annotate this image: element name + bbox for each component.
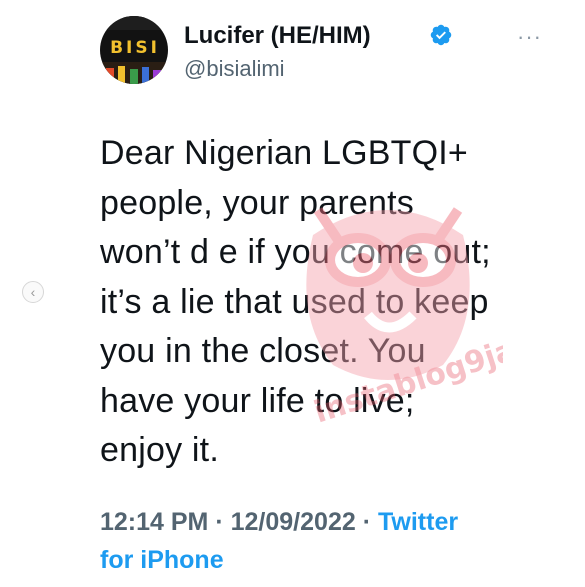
- tweet-date[interactable]: 12/09/2022: [231, 508, 356, 536]
- meta-separator-2: ·: [362, 508, 372, 536]
- user-handle[interactable]: @bisialimi: [184, 56, 285, 82]
- tweet-meta: 12:14 PM · 12/09/2022 · Twitter for iPho…: [100, 503, 560, 579]
- tweet-header: BISI Lucifer (HE/HIM) @bisialimi ···: [100, 16, 560, 86]
- tweet-card: BISI Lucifer (HE/HIM) @bisialimi ··· Dea…: [78, 0, 568, 587]
- meta-separator: ·: [215, 508, 224, 536]
- screenshot-page: ‹ BISI Lucifer (HE/HIM) @bisialimi ··· D…: [0, 0, 585, 587]
- previous-image-button[interactable]: ‹: [22, 281, 44, 303]
- tweet-text: Dear Nigerian LGBTQI+ people, your paren…: [100, 134, 491, 469]
- chevron-left-icon: ‹: [30, 284, 36, 300]
- tweet-time[interactable]: 12:14 PM: [100, 508, 208, 536]
- display-name[interactable]: Lucifer (HE/HIM): [184, 22, 371, 50]
- more-horizontal-icon[interactable]: ···: [517, 24, 542, 50]
- avatar[interactable]: BISI: [100, 16, 168, 84]
- avatar-letters: BISI: [110, 38, 160, 58]
- verified-badge-icon: [430, 24, 452, 46]
